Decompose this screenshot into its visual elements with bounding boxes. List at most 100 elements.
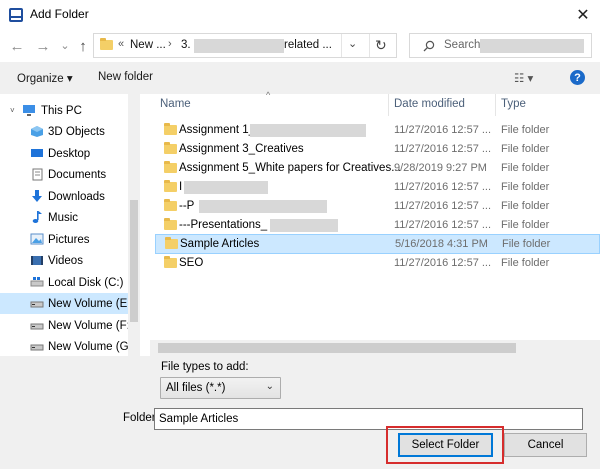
- folder-icon: [165, 237, 178, 249]
- file-date: 11/27/2016 12:57 ...: [394, 219, 492, 231]
- folder-icon: [100, 38, 113, 50]
- file-date: 11/27/2016 12:57 ...: [394, 200, 492, 212]
- breadcrumb-separator[interactable]: ›: [168, 38, 172, 50]
- column-divider[interactable]: [388, 94, 389, 116]
- redacted-text: [270, 219, 338, 232]
- search-placeholder: Search: [444, 39, 481, 51]
- column-header-type[interactable]: Type: [501, 98, 526, 110]
- sidebar-item-label: New Volume (G:): [48, 340, 136, 353]
- file-row[interactable]: --P 11/27/2016 12:57 ... File folder: [155, 197, 600, 216]
- close-button[interactable]: ✕: [566, 0, 600, 30]
- back-button[interactable]: ←: [8, 37, 26, 55]
- redacted-text: [199, 200, 327, 213]
- address-bar[interactable]: « New ... › 3. related ... ⌄ ↻: [93, 33, 397, 58]
- recent-locations-button[interactable]: ⌄: [56, 36, 74, 54]
- computer-icon: [23, 105, 35, 116]
- breadcrumb-item[interactable]: 3.: [181, 39, 191, 51]
- title-bar: Add Folder ✕: [0, 0, 600, 30]
- file-row-selected[interactable]: Sample Articles 5/16/2018 4:31 PM File f…: [155, 234, 600, 254]
- file-date: 11/27/2016 12:57 ...: [394, 124, 492, 136]
- sidebar-item-label: Local Disk (C:): [48, 276, 124, 289]
- folder-icon: [164, 199, 177, 211]
- address-dropdown-icon[interactable]: ⌄: [348, 37, 357, 50]
- file-row[interactable]: Assignment 5_White papers for Creatives.…: [155, 159, 600, 178]
- sidebar-item-label: New Volume (F:): [48, 319, 134, 332]
- file-type: File folder: [502, 238, 551, 250]
- drive-icon: [30, 301, 44, 308]
- sidebar-item-downloads[interactable]: Downloads: [0, 186, 128, 207]
- sidebar-item-label: New Volume (E:): [48, 297, 135, 310]
- select-folder-button[interactable]: Select Folder: [398, 433, 493, 457]
- pane-splitter[interactable]: [140, 94, 150, 356]
- redacted-text: [480, 39, 584, 53]
- sidebar-item-this-pc[interactable]: ˅ This PC: [0, 100, 128, 121]
- sidebar-item-music[interactable]: Music: [0, 207, 128, 228]
- folder-icon: [164, 180, 177, 192]
- drive-icon: [30, 323, 44, 330]
- folder-icon: [164, 218, 177, 230]
- breadcrumb-item[interactable]: New ...: [130, 39, 166, 51]
- file-row[interactable]: I 11/27/2016 12:57 ... File folder: [155, 178, 600, 197]
- file-type: File folder: [501, 257, 550, 269]
- file-row[interactable]: Assignment 1_ 11/27/2016 12:57 ... File …: [155, 121, 600, 140]
- app-icon: [9, 8, 23, 22]
- search-input[interactable]: Search: [409, 33, 592, 58]
- breadcrumb-item[interactable]: related ...: [284, 39, 332, 51]
- cancel-button[interactable]: Cancel: [504, 433, 587, 457]
- file-types-dropdown[interactable]: All files (*.*) ⌄: [160, 377, 281, 399]
- redacted-text: [250, 124, 366, 137]
- view-options-icon[interactable]: ☷ ▾: [514, 71, 533, 85]
- help-glyph: ?: [574, 71, 581, 84]
- sidebar-item-desktop[interactable]: Desktop: [0, 143, 128, 164]
- window-title: Add Folder: [30, 7, 89, 21]
- sidebar-item-new-volume-g[interactable]: New Volume (G:): [0, 336, 136, 356]
- file-date: 5/16/2018 4:31 PM: [395, 238, 488, 250]
- horizontal-scrollbar-thumb[interactable]: [158, 343, 516, 353]
- file-row[interactable]: SEO 11/27/2016 12:57 ... File folder: [155, 254, 600, 273]
- help-icon[interactable]: ?: [570, 70, 585, 85]
- chevron-down-icon: ⌄: [60, 39, 70, 52]
- file-date: 11/27/2016 12:57 ...: [394, 181, 492, 193]
- sidebar-item-label: 3D Objects: [48, 125, 105, 138]
- sidebar-item-label: Videos: [48, 254, 83, 267]
- pictures-icon: [30, 233, 44, 245]
- file-name: Assignment 1_: [179, 124, 256, 136]
- folder-name-input[interactable]: Sample Articles: [154, 408, 583, 430]
- forward-button[interactable]: →: [34, 37, 52, 55]
- file-type: File folder: [501, 124, 550, 136]
- file-name: Assignment 3_Creatives: [179, 143, 304, 155]
- file-date: 11/27/2016 12:57 ...: [394, 143, 492, 155]
- sidebar-item-new-volume-e[interactable]: New Volume (E:): [0, 293, 134, 314]
- column-header-name[interactable]: Name: [160, 98, 191, 110]
- file-type: File folder: [501, 219, 550, 231]
- close-icon: ✕: [576, 7, 590, 24]
- desktop-icon: [31, 149, 43, 157]
- new-folder-button[interactable]: New folder: [98, 71, 153, 83]
- sidebar-item-label: Music: [48, 211, 79, 224]
- sidebar-item-videos[interactable]: Videos: [0, 250, 128, 271]
- videos-icon: [31, 256, 43, 265]
- sidebar-item-new-volume-f[interactable]: New Volume (F:): [0, 315, 134, 336]
- organize-menu[interactable]: Organize ▾: [17, 71, 73, 85]
- column-divider[interactable]: [495, 94, 496, 116]
- column-header-date[interactable]: Date modified: [394, 98, 465, 110]
- up-button[interactable]: ↑: [74, 37, 92, 55]
- sidebar-item-local-disk[interactable]: Local Disk (C:): [0, 272, 128, 293]
- sidebar-scrollbar-thumb[interactable]: [130, 200, 138, 322]
- sidebar-item-pictures[interactable]: Pictures: [0, 229, 128, 250]
- file-type: File folder: [501, 200, 550, 212]
- file-type: File folder: [501, 143, 550, 155]
- sidebar-item-label: Documents: [48, 168, 107, 181]
- music-icon: [32, 211, 42, 223]
- chevron-down-icon: ⌄: [265, 381, 274, 392]
- expand-chevron-icon[interactable]: ˅: [10, 106, 15, 115]
- refresh-icon[interactable]: ↻: [375, 37, 387, 54]
- breadcrumb-overflow[interactable]: «: [118, 38, 124, 50]
- sidebar-item-label: This PC: [41, 104, 82, 117]
- drive-icon: [30, 344, 44, 351]
- sidebar-item-3d-objects[interactable]: 3D Objects: [0, 121, 128, 142]
- file-name: SEO: [179, 257, 204, 269]
- file-row[interactable]: Assignment 3_Creatives 11/27/2016 12:57 …: [155, 140, 600, 159]
- sidebar-item-documents[interactable]: Documents: [0, 164, 128, 185]
- file-row[interactable]: ---Presentations_ 11/27/2016 12:57 ... F…: [155, 216, 600, 235]
